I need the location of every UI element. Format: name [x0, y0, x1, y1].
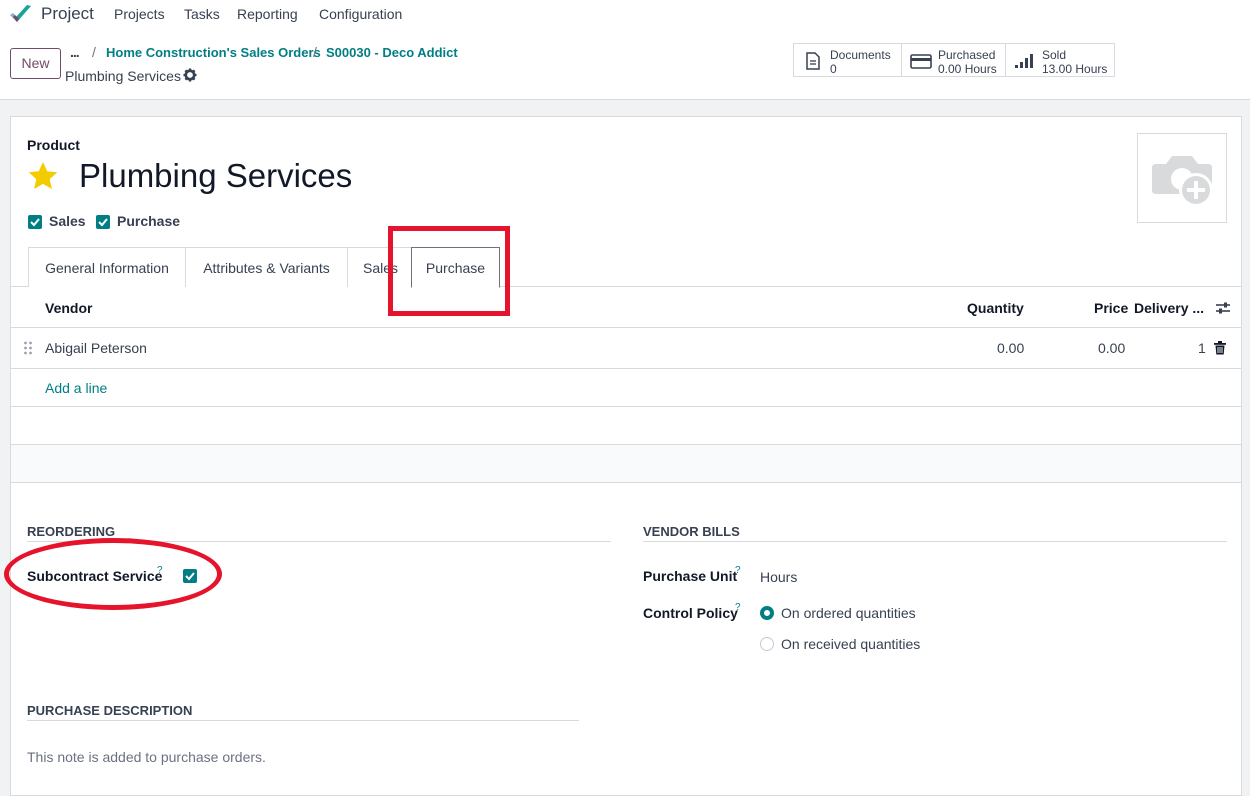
section-divider	[27, 720, 579, 721]
project-app-logo-icon[interactable]	[9, 4, 33, 26]
menu-configuration[interactable]: Configuration	[319, 6, 402, 22]
column-price[interactable]: Price	[1094, 300, 1128, 316]
purchase-checkbox[interactable]	[96, 215, 110, 229]
radio-received-quantities-label[interactable]: On received quantities	[781, 636, 920, 652]
documents-stat-button[interactable]: Documents 0	[793, 43, 902, 77]
favorite-star-icon[interactable]	[27, 160, 59, 192]
gear-icon[interactable]	[183, 68, 197, 82]
column-delivery[interactable]: Delivery ...	[1134, 300, 1204, 316]
radio-ordered-quantities-label[interactable]: On ordered quantities	[781, 605, 916, 621]
product-form-sheet: Product Plumbing Services Sales Purchase…	[4, 116, 1242, 796]
column-vendor[interactable]: Vendor	[45, 300, 92, 316]
document-icon	[802, 52, 824, 70]
vendor-bills-section-title: VENDOR BILLS	[643, 524, 740, 539]
column-quantity[interactable]: Quantity	[967, 300, 1024, 316]
stat-label: Sold	[1042, 48, 1067, 62]
product-image-upload[interactable]	[1137, 133, 1227, 223]
empty-row	[11, 445, 1241, 483]
sales-checkbox-label[interactable]: Sales	[49, 213, 86, 229]
purchase-unit-label: Purchase Unit	[643, 568, 738, 584]
purchase-unit-field[interactable]: Hours	[760, 569, 797, 585]
control-panel: New ... / Home Construction's Sales Orde…	[0, 30, 1250, 100]
quantity-cell[interactable]: 0.00	[997, 340, 1024, 356]
add-line-link[interactable]: Add a line	[45, 380, 107, 396]
vendor-cell[interactable]: Abigail Peterson	[45, 340, 147, 356]
top-navbar: Project Projects Tasks Reporting Configu…	[0, 0, 1250, 30]
price-cell[interactable]: 0.00	[1098, 340, 1125, 356]
optional-columns-sliders-icon[interactable]	[1216, 301, 1230, 315]
table-row[interactable]: Abigail Peterson 0.00 0.00 1	[11, 328, 1241, 369]
notebook-tabs: General Information Attributes & Variant…	[11, 247, 1241, 288]
stat-value: 0.00 Hours	[938, 62, 997, 76]
breadcrumb-separator: /	[313, 44, 317, 60]
sales-checkbox[interactable]	[28, 215, 42, 229]
new-button[interactable]: New	[10, 48, 61, 79]
help-tooltip-icon[interactable]: ?	[735, 565, 741, 576]
section-divider	[643, 541, 1227, 542]
signal-bars-icon	[1014, 52, 1036, 70]
stat-value: 0	[830, 62, 837, 76]
stat-value: 13.00 Hours	[1042, 62, 1108, 76]
purchased-stat-button[interactable]: Purchased 0.00 Hours	[901, 43, 1006, 77]
trash-icon[interactable]	[1214, 341, 1226, 355]
menu-projects[interactable]: Projects	[114, 6, 165, 22]
drag-handle-icon[interactable]	[23, 341, 33, 355]
delivery-cell[interactable]: 1	[1198, 340, 1206, 356]
reordering-section-title: REORDERING	[27, 524, 116, 539]
breadcrumb-more-button[interactable]: ...	[70, 44, 80, 60]
tab-general-information[interactable]: General Information	[28, 247, 186, 287]
empty-row	[11, 407, 1241, 445]
product-name[interactable]: Plumbing Services	[79, 157, 352, 195]
breadcrumb-sale-order[interactable]: S00030 - Deco Addict	[326, 45, 458, 60]
vendor-table-header: Vendor Quantity Price Delivery ...	[11, 288, 1241, 328]
product-label: Product	[27, 137, 80, 153]
control-policy-label: Control Policy	[643, 605, 738, 621]
breadcrumb-sales-orders[interactable]: Home Construction's Sales Orders	[106, 45, 321, 60]
tab-attributes-variants[interactable]: Attributes & Variants	[185, 247, 348, 287]
credit-card-icon	[910, 52, 932, 70]
help-tooltip-icon[interactable]: ?	[735, 602, 741, 613]
breadcrumb-current: Plumbing Services	[65, 68, 181, 84]
camera-add-icon	[1152, 156, 1213, 207]
annotation-highlight-ellipse	[4, 538, 222, 610]
purchase-description-input[interactable]: This note is added to purchase orders.	[27, 749, 266, 765]
sold-stat-button[interactable]: Sold 13.00 Hours	[1005, 43, 1115, 77]
stat-label: Purchased	[938, 48, 996, 62]
purchase-description-section-title: PURCHASE DESCRIPTION	[27, 703, 193, 718]
radio-ordered-quantities[interactable]	[760, 606, 774, 620]
radio-received-quantities[interactable]	[760, 637, 774, 651]
add-line-row: Add a line	[11, 369, 1241, 407]
menu-reporting[interactable]: Reporting	[237, 6, 298, 22]
purchase-checkbox-label[interactable]: Purchase	[117, 213, 180, 229]
breadcrumb-separator: /	[92, 44, 96, 60]
menu-tasks[interactable]: Tasks	[184, 6, 220, 22]
stat-label: Documents	[830, 48, 891, 62]
app-name[interactable]: Project	[41, 4, 94, 24]
